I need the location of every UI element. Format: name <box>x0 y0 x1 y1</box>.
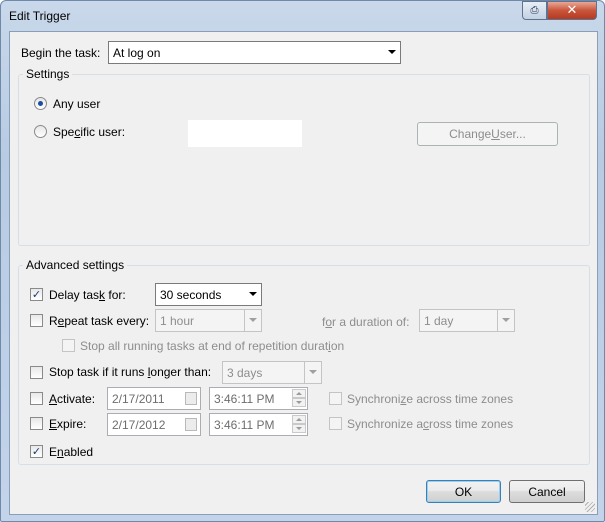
delay-task-checkbox[interactable]: ✓ <box>30 288 43 301</box>
advanced-settings-title: Advanced settings <box>23 258 128 272</box>
delay-task-select[interactable]: 30 seconds <box>155 283 262 306</box>
enabled-label[interactable]: Enabled <box>49 445 93 459</box>
activate-time-value: 3:46:11 PM <box>214 391 275 406</box>
duration-select[interactable]: 1 day <box>419 309 515 332</box>
specific-user-field[interactable] <box>187 119 303 148</box>
calendar-icon[interactable] <box>185 418 197 431</box>
delay-task-value: 30 seconds <box>160 287 222 302</box>
expire-date-value: 2/17/2012 <box>112 417 166 432</box>
resize-grip[interactable] <box>585 502 595 512</box>
any-user-label[interactable]: Any user <box>53 97 100 111</box>
chevron-down-icon <box>309 370 317 374</box>
title-bar[interactable]: Edit Trigger ⎙ ✕ <box>1 1 604 31</box>
duration-value: 1 day <box>424 313 454 328</box>
expire-checkbox[interactable] <box>30 417 43 430</box>
repeat-task-label[interactable]: Repeat task every: <box>49 314 149 328</box>
edit-trigger-dialog: Edit Trigger ⎙ ✕ Begin the task: At log … <box>0 0 605 522</box>
activate-sync-checkbox[interactable] <box>329 392 342 405</box>
settings-group <box>18 74 590 246</box>
activate-label[interactable]: Activate: <box>49 392 95 406</box>
stop-task-longer-checkbox[interactable] <box>30 366 43 379</box>
stop-task-longer-value: 3 days <box>227 365 263 380</box>
spin-down-icon[interactable] <box>292 424 306 433</box>
begin-task-select[interactable]: At log on <box>108 41 401 64</box>
duration-label: for a duration of: <box>322 315 410 329</box>
any-user-radio[interactable] <box>34 97 47 110</box>
cancel-button[interactable]: Cancel <box>509 480 585 503</box>
specific-user-label[interactable]: Specific user: <box>53 125 125 139</box>
change-user-button[interactable]: Change User... <box>417 122 558 146</box>
spin-down-icon[interactable] <box>292 398 306 407</box>
settings-group-title: Settings <box>23 67 73 81</box>
repeat-interval-select[interactable]: 1 hour <box>155 309 262 332</box>
delay-task-label[interactable]: Delay task for: <box>49 288 126 302</box>
repeat-task-checkbox[interactable] <box>30 314 43 327</box>
window-title: Edit Trigger <box>9 9 71 23</box>
expire-sync-label[interactable]: Synchronize across time zones <box>347 417 513 431</box>
begin-task-value: At log on <box>113 45 161 60</box>
stop-all-tasks-label[interactable]: Stop all running tasks at end of repetit… <box>80 339 344 353</box>
chevron-down-icon <box>249 292 257 296</box>
time-spinner[interactable] <box>292 415 306 434</box>
activate-date-picker[interactable]: 2/17/2011 <box>107 387 201 410</box>
help-icon: ⎙ <box>530 5 539 16</box>
enabled-checkbox[interactable]: ✓ <box>30 445 43 458</box>
expire-date-picker[interactable]: 2/17/2012 <box>107 413 201 436</box>
stop-all-tasks-checkbox[interactable] <box>62 339 75 352</box>
spin-up-icon[interactable] <box>292 415 306 424</box>
chevron-down-icon <box>249 318 257 322</box>
chevron-down-icon <box>502 318 510 322</box>
dialog-body: Begin the task: At log on Settings Any u… <box>9 31 598 515</box>
specific-user-radio[interactable] <box>34 125 47 138</box>
activate-checkbox[interactable] <box>30 392 43 405</box>
expire-time-picker[interactable]: 3:46:11 PM <box>209 413 308 436</box>
spin-up-icon[interactable] <box>292 389 306 398</box>
ok-button[interactable]: OK <box>426 480 501 503</box>
stop-task-longer-label[interactable]: Stop task if it runs longer than: <box>49 365 211 379</box>
time-spinner[interactable] <box>292 389 306 408</box>
close-button[interactable]: ✕ <box>547 1 597 20</box>
expire-sync-checkbox[interactable] <box>329 417 342 430</box>
activate-date-value: 2/17/2011 <box>112 391 165 406</box>
close-icon: ✕ <box>566 3 578 18</box>
stop-task-longer-select[interactable]: 3 days <box>222 361 322 384</box>
begin-task-label: Begin the task: <box>21 46 101 60</box>
activate-time-picker[interactable]: 3:46:11 PM <box>209 387 308 410</box>
repeat-interval-value: 1 hour <box>160 313 195 328</box>
help-button[interactable]: ⎙ <box>522 1 547 20</box>
expire-label[interactable]: Expire: <box>49 417 86 431</box>
calendar-icon[interactable] <box>185 392 197 405</box>
expire-time-value: 3:46:11 PM <box>214 417 275 432</box>
activate-sync-label[interactable]: Synchronize across time zones <box>347 392 513 406</box>
chevron-down-icon <box>388 50 396 54</box>
